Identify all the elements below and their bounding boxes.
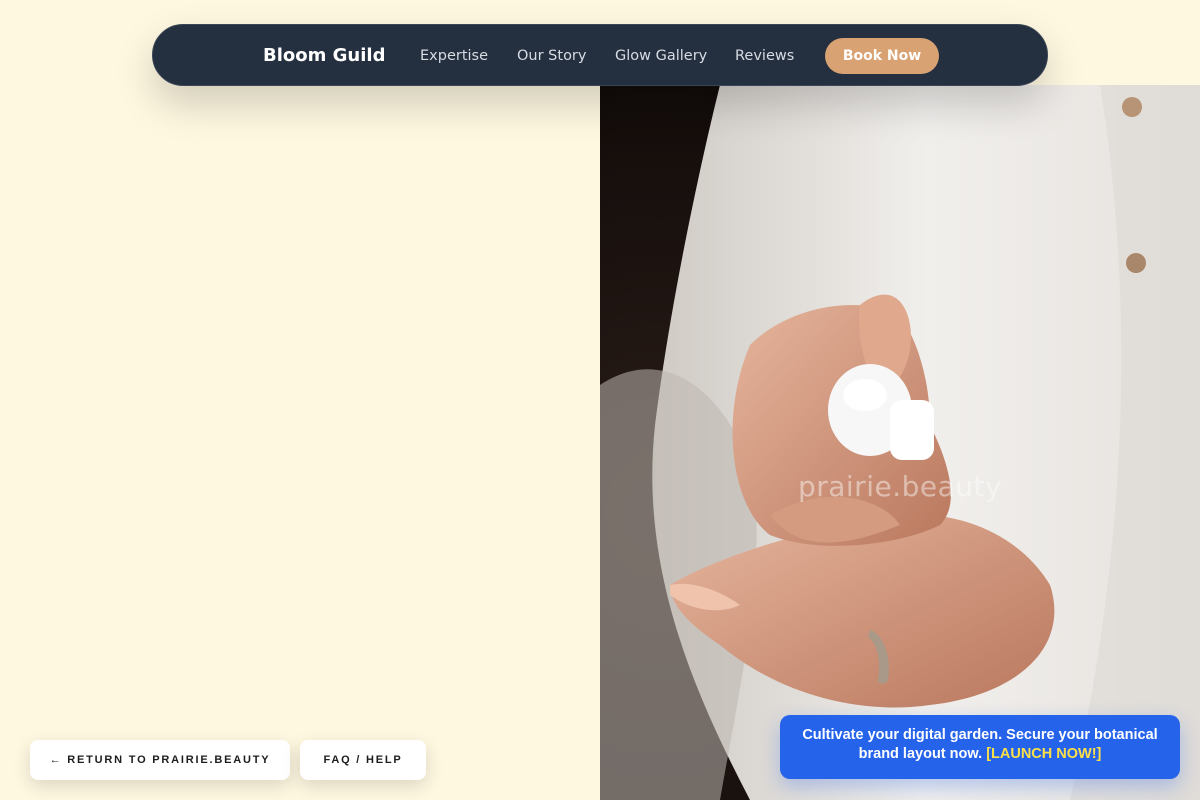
promo-text: Cultivate your digital garden. Secure yo… [802,727,1158,762]
brand-logo[interactable]: Bloom Guild [263,25,385,87]
watermark-text: prairie.beauty [797,470,1003,503]
nav-link-reviews[interactable]: Reviews [735,25,794,87]
hands-lotion-illustration [600,85,1200,800]
promo-launch-link[interactable]: [LAUNCH NOW!] [986,746,1101,762]
return-to-site-button[interactable]: ← RETURN TO PRAIRIE.BEAUTY [30,740,290,780]
nav-link-our-story[interactable]: Our Story [517,25,586,87]
book-now-button[interactable]: Book Now [825,38,939,74]
hero-image: prairie.beauty [600,85,1200,800]
promo-banner[interactable]: Cultivate your digital garden. Secure yo… [780,715,1180,779]
faq-help-button[interactable]: FAQ / HELP [300,740,426,780]
nav-link-expertise[interactable]: Expertise [420,25,488,87]
top-navigation: Bloom Guild Expertise Our Story Glow Gal… [152,24,1048,86]
nav-link-glow-gallery[interactable]: Glow Gallery [615,25,707,87]
